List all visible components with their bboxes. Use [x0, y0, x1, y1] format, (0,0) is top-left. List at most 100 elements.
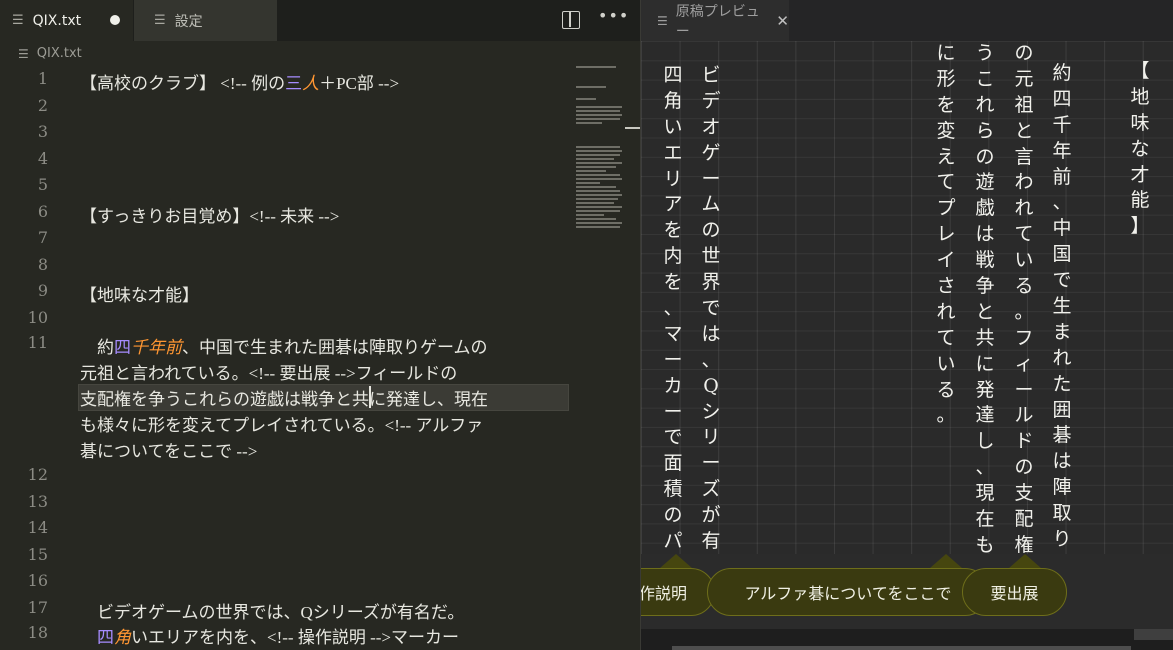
manuscript-char: う [975, 42, 995, 64]
manuscript-char: ビ [701, 64, 721, 86]
note-bubble-citation[interactable]: 要出展 [962, 568, 1067, 616]
manuscript-char: 現 [975, 482, 995, 505]
more-actions-icon[interactable]: ••• [598, 6, 629, 25]
minimap-line [576, 170, 606, 172]
manuscript-char: ー [701, 167, 721, 190]
manuscript-char: Q [703, 374, 719, 397]
manuscript-char: を [936, 93, 956, 116]
manuscript-char: れ [975, 93, 995, 116]
manuscript-char: の [1014, 42, 1034, 64]
minimap-line [576, 174, 620, 176]
code-line[interactable]: 四角いエリアを内を、<!-- 操作説明 -->マーカー [80, 623, 459, 648]
manuscript-char: り [1052, 528, 1072, 551]
scrollbar-thumb[interactable] [672, 646, 1131, 650]
line-number: 15 [27, 545, 48, 564]
manuscript-char: 界 [701, 271, 721, 294]
tab-qix-txt[interactable]: ☰ QIX.txt [0, 0, 133, 41]
breadcrumb-file[interactable]: QIX.txt [37, 46, 82, 61]
split-editor-icon[interactable] [562, 11, 580, 29]
code-text: 、中国で生まれた囲碁は陣取りゲームの [182, 338, 488, 357]
manuscript-char: 内 [663, 245, 683, 268]
minimap-line [576, 166, 616, 168]
manuscript-char: 在 [975, 508, 995, 531]
file-lines-icon: ☰ [18, 46, 29, 61]
manuscript-char: ー [701, 452, 721, 475]
minimap-line [576, 158, 614, 160]
manuscript-char: 】 [1130, 215, 1150, 238]
manuscript-column: の元祖と言われている。フィールドの支配権を争 [1006, 41, 1042, 611]
manuscript-char: 世 [701, 245, 721, 268]
preview-pane: ☰ 原稿プレビュー ✕ 【地味な才能】約四千年前、中国で生まれた囲碁は陣取りゲー… [641, 0, 1173, 650]
manuscript-char: で [701, 297, 721, 320]
line-number: 2 [37, 96, 48, 115]
note-pointer [660, 554, 692, 568]
code-line[interactable]: 【地味な才能】 [80, 281, 199, 306]
manuscript-char: シ [701, 400, 721, 423]
code-line[interactable]: ビデオゲームの世界では、Qシリーズが有名だ。 [80, 598, 464, 623]
code-line[interactable]: 支配権を争うこれらの遊戯は戦争と共に発達し、現在 [80, 385, 488, 410]
line-number: 18 [27, 623, 48, 642]
code-line[interactable]: も様々に形を変えてプレイされている。<!-- アルファ [80, 411, 483, 436]
manuscript-char: 有 [701, 530, 721, 553]
line-number: 6 [37, 202, 48, 221]
manuscript-char: 。 [936, 404, 956, 427]
minimap-line [576, 226, 620, 228]
manuscript-char: ま [1052, 320, 1072, 343]
manuscript-char: 中 [1052, 217, 1072, 240]
manuscript-column: に形を変えてプレイされている。 [928, 41, 964, 429]
manuscript-char: 約 [1052, 62, 1072, 84]
manuscript-char: 才 [1130, 163, 1150, 186]
breadcrumb[interactable]: ☰ QIX.txt [18, 46, 82, 61]
tab-manuscript-preview[interactable]: ☰ 原稿プレビュー ✕ [641, 0, 789, 41]
manuscript-char: と [1014, 119, 1034, 142]
manuscript-char: イ [936, 249, 956, 272]
code-text: 【地味な才能】 [80, 286, 199, 305]
highlighted-token: 四 [97, 628, 114, 647]
note-bubble-operation[interactable]: 作説明 [641, 568, 715, 616]
manuscript-char: い [936, 352, 956, 375]
code-text: 【高校のクラブ】 <!-- 例の [80, 74, 286, 93]
minimap-line [576, 146, 620, 148]
manuscript-char: 囲 [1052, 398, 1072, 421]
manuscript-char: 角 [663, 89, 683, 112]
manuscript-char: デ [701, 89, 721, 112]
minimap-line [576, 122, 602, 124]
close-icon[interactable]: ✕ [776, 12, 789, 30]
code-line[interactable]: 約四千年前、中国で生まれた囲碁は陣取りゲームの [80, 333, 488, 358]
highlighted-token: 角 [114, 628, 131, 647]
manuscript-char: 元 [1014, 67, 1034, 90]
manuscript-char: ゲ [701, 141, 721, 164]
note-bubble-alphago[interactable]: アルファ碁についてをここで [707, 568, 989, 616]
manuscript-char: 年 [1052, 139, 1072, 162]
tab-settings[interactable]: ☰ 設定 [134, 0, 277, 41]
code-line[interactable]: 元祖と言われている。<!-- 要出展 -->フィールドの [80, 359, 457, 384]
minimap-line [576, 86, 606, 88]
code-line[interactable]: 碁についてをここで --> [80, 437, 257, 462]
line-number: 4 [37, 149, 48, 168]
minimap-viewport-marker[interactable] [625, 127, 640, 129]
manuscript-char: 達 [975, 404, 995, 427]
minimap-line [576, 210, 620, 212]
manuscript-char: 地 [1130, 85, 1150, 108]
code-line[interactable]: 【高校のクラブ】 <!-- 例の三人＋PC部 --> [80, 69, 399, 94]
code-line[interactable]: 【すっきりお目覚め】<!-- 未来 --> [80, 202, 339, 227]
manuscript-char: プ [936, 197, 956, 220]
manuscript-char: 四 [1052, 87, 1072, 110]
manuscript-page[interactable]: 【地味な才能】約四千年前、中国で生まれた囲碁は陣取りゲームの元祖と言われている。… [641, 41, 1173, 630]
minimap-line [576, 182, 600, 184]
manuscript-char: パ [663, 530, 683, 553]
manuscript-char: 四 [663, 64, 683, 86]
manuscript-char: た [1052, 372, 1072, 395]
minimap[interactable] [576, 66, 624, 242]
manuscript-char: の [1014, 456, 1034, 479]
manuscript-char: 、 [1052, 191, 1072, 214]
manuscript-char: 能 [1130, 189, 1150, 212]
line-number: 14 [27, 518, 48, 537]
code-text: ビデオゲームの世界では、Qシリーズが有名だ。 [80, 603, 465, 622]
manuscript-char: エ [663, 141, 683, 164]
highlighted-token: 人 [302, 74, 320, 93]
unsaved-dot-icon[interactable] [110, 15, 120, 25]
manuscript-char: の [663, 504, 683, 527]
minimap-line [576, 198, 618, 200]
manuscript-char: 国 [1052, 243, 1072, 266]
